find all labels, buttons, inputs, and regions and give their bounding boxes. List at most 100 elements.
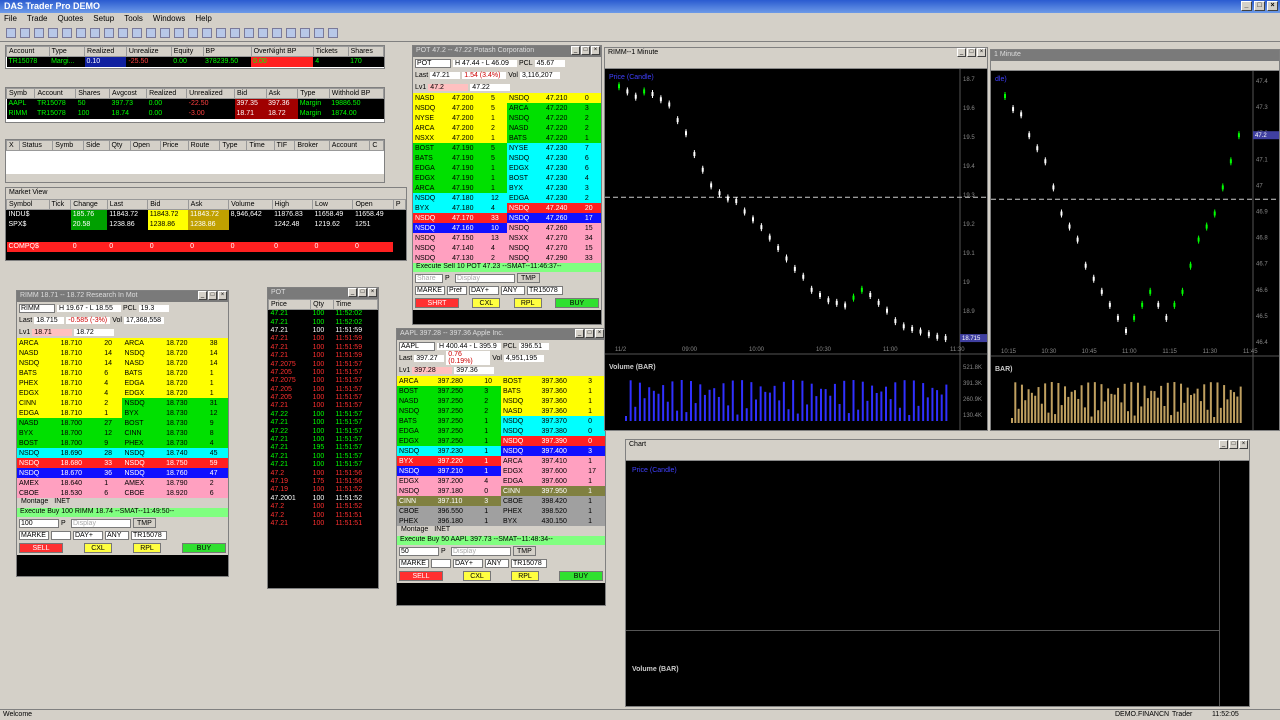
tmp-button[interactable]: TMP xyxy=(133,518,156,528)
level2-row[interactable]: NASD 397.250 2 NSDQ 397.360 1 xyxy=(397,396,605,406)
level2-row[interactable]: NSDQ 18.690 28 NSDQ 18.740 45 xyxy=(17,448,228,458)
level2-row[interactable]: NSDQ 397.230 1 NSDQ 397.400 3 xyxy=(397,446,605,456)
level2-row[interactable]: BOST 47.190 5 NYSE 47.230 7 xyxy=(413,143,601,153)
tif-select[interactable]: DAY+ xyxy=(73,530,103,540)
buy-button[interactable]: BUY xyxy=(559,571,603,581)
buy-button[interactable]: BUY xyxy=(182,543,226,553)
orders-scrollbar[interactable] xyxy=(6,174,384,182)
minimize-icon[interactable]: _ xyxy=(571,46,580,55)
level2-row[interactable]: NSDQ 397.250 2 NASD 397.360 1 xyxy=(397,406,605,416)
trade-row[interactable]: 47.21 100 11:51:57 xyxy=(268,418,378,427)
cancel-button[interactable]: CXL xyxy=(472,298,501,308)
level2-row[interactable]: EDGX 397.200 4 EDGA 397.600 1 xyxy=(397,476,605,486)
toolbar-icon[interactable] xyxy=(20,28,30,38)
column-header[interactable]: Account xyxy=(328,140,371,151)
column-header[interactable]: Avgcost xyxy=(109,88,148,99)
route-select[interactable]: MARKE xyxy=(399,558,429,568)
column-header[interactable]: Volume xyxy=(228,199,273,210)
level2-row[interactable]: EDGX 18.710 4 EDGX 18.720 1 xyxy=(17,388,228,398)
level2-row[interactable]: ARCA 47.200 2 NASD 47.220 2 xyxy=(413,123,601,133)
toolbar-icon[interactable] xyxy=(146,28,156,38)
toolbar-icon[interactable] xyxy=(202,28,212,38)
minimize-icon[interactable]: _ xyxy=(1219,440,1228,449)
toolbar-icon[interactable] xyxy=(188,28,198,38)
menu-setup[interactable]: Setup xyxy=(93,14,114,24)
pref-select[interactable]: Pref xyxy=(447,285,467,295)
column-header[interactable]: Type xyxy=(48,46,86,57)
menu-help[interactable]: Help xyxy=(195,14,211,24)
route-select[interactable]: MARKE xyxy=(19,530,49,540)
trade-row[interactable]: 47.21 100 11:51:57 xyxy=(268,460,378,469)
chart3-toolbar[interactable] xyxy=(626,451,1249,461)
trade-row[interactable]: 47.21 100 11:51:59 xyxy=(268,334,378,344)
level2-row[interactable]: ARCA 18.710 20 ARCA 18.720 38 xyxy=(17,338,228,348)
level2-row[interactable]: NSDQ 397.180 0 CINN 397.950 1 xyxy=(397,486,605,496)
column-header[interactable]: TIF xyxy=(273,140,296,151)
pref-select[interactable] xyxy=(51,530,71,540)
any-select[interactable]: ANY xyxy=(485,558,509,568)
column-header[interactable]: Realized xyxy=(84,46,127,57)
level2-row[interactable]: EDGA 47.190 1 EDGX 47.230 6 xyxy=(413,163,601,173)
trade-row[interactable]: 47.2001 100 11:51:52 xyxy=(268,494,378,503)
toolbar-icon[interactable] xyxy=(174,28,184,38)
level2-row[interactable]: BYX 47.180 4 NSDQ 47.240 20 xyxy=(413,203,601,213)
price-input[interactable]: Display xyxy=(451,546,511,556)
level2-row[interactable]: NASD 18.700 27 BOST 18.730 9 xyxy=(17,418,228,428)
minimize-icon[interactable]: _ xyxy=(348,288,357,297)
level2-row[interactable]: NSDQ 18.710 14 NASD 18.720 14 xyxy=(17,358,228,368)
toolbar-icon[interactable] xyxy=(258,28,268,38)
level2-row[interactable]: NASD 47.200 5 NSDQ 47.210 0 xyxy=(413,93,601,103)
toolbar-icon[interactable] xyxy=(76,28,86,38)
any-select[interactable]: ANY xyxy=(501,285,525,295)
toolbar-icon[interactable] xyxy=(118,28,128,38)
minimize-button[interactable]: _ xyxy=(1241,1,1252,11)
toolbar-icon[interactable] xyxy=(272,28,282,38)
quantity-input[interactable]: 100 xyxy=(19,518,59,528)
column-header[interactable]: Price xyxy=(159,140,189,151)
close-icon[interactable]: × xyxy=(591,46,600,55)
level2-row[interactable]: AMEX 18.640 1 AMEX 18.790 2 xyxy=(17,478,228,488)
symbol-input[interactable]: POT xyxy=(415,58,451,68)
column-header[interactable]: Status xyxy=(18,140,54,151)
level2-row[interactable]: BYX 397.220 1 ARCA 397.410 1 xyxy=(397,456,605,466)
toolbar-icon[interactable] xyxy=(90,28,100,38)
table-row[interactable]: COMPQ$ 0 0 0 0 0 0 0 0 xyxy=(6,241,406,252)
trade-row[interactable]: 47.2075 100 11:51:57 xyxy=(268,359,378,369)
level2-row[interactable]: NSDQ 47.170 33 NSDQ 47.260 17 xyxy=(413,213,601,223)
trade-row[interactable]: 47.22 100 11:51:57 xyxy=(268,426,378,436)
maximize-icon[interactable]: □ xyxy=(967,48,976,57)
column-header[interactable]: Price xyxy=(268,299,312,310)
level2-row[interactable]: NSDQ 47.180 12 EDGA 47.230 2 xyxy=(413,193,601,203)
level2-row[interactable]: PHEX 18.710 4 EDGA 18.720 1 xyxy=(17,378,228,388)
maximize-icon[interactable]: □ xyxy=(358,288,367,297)
level2-row[interactable]: NSDQ 18.670 36 NSDQ 18.760 47 xyxy=(17,468,228,478)
level2-row[interactable]: NSDQ 47.150 13 NSXX 47.270 34 xyxy=(413,233,601,243)
symbol-input[interactable]: RIMM xyxy=(19,303,55,313)
level2-row[interactable]: CBOE 18.530 6 CBOE 18.920 6 xyxy=(17,488,228,498)
level2-row[interactable]: CINN 397.110 3 CBOE 398.420 1 xyxy=(397,496,605,506)
menu-trade[interactable]: Trade xyxy=(27,14,48,24)
column-header[interactable]: Symb xyxy=(52,140,85,151)
column-header[interactable]: Open xyxy=(352,199,394,210)
column-header[interactable]: Low xyxy=(312,199,354,210)
column-header[interactable]: Qty xyxy=(310,299,334,310)
toolbar-icon[interactable] xyxy=(62,28,72,38)
trade-row[interactable]: 47.21 100 11:51:57 xyxy=(268,452,378,461)
account-select[interactable]: TR15078 xyxy=(511,558,547,568)
tif-select[interactable]: DAY+ xyxy=(469,285,499,295)
price-input[interactable]: Display xyxy=(71,518,131,528)
pref-select[interactable] xyxy=(431,558,451,568)
column-header[interactable]: Tickets xyxy=(312,46,349,57)
level2-row[interactable]: ARCA 397.280 10 BOST 397.360 3 xyxy=(397,376,605,386)
trade-row[interactable]: 47.2 100 11:51:51 xyxy=(268,510,378,520)
quantity-input[interactable]: 50 xyxy=(399,546,439,556)
column-header[interactable]: Broker xyxy=(294,140,330,151)
account-select[interactable]: TR15078 xyxy=(131,530,167,540)
level2-row[interactable]: BOST 18.700 9 PHEX 18.730 4 xyxy=(17,438,228,448)
trade-row[interactable]: 47.21 100 11:51:57 xyxy=(268,435,378,444)
account-select[interactable]: TR15078 xyxy=(527,285,563,295)
column-header[interactable]: Time xyxy=(332,299,378,310)
level2-row[interactable]: NSDQ 47.200 5 ARCA 47.220 3 xyxy=(413,103,601,113)
column-header[interactable]: Last xyxy=(106,199,149,210)
tmp-button[interactable]: TMP xyxy=(517,273,540,283)
